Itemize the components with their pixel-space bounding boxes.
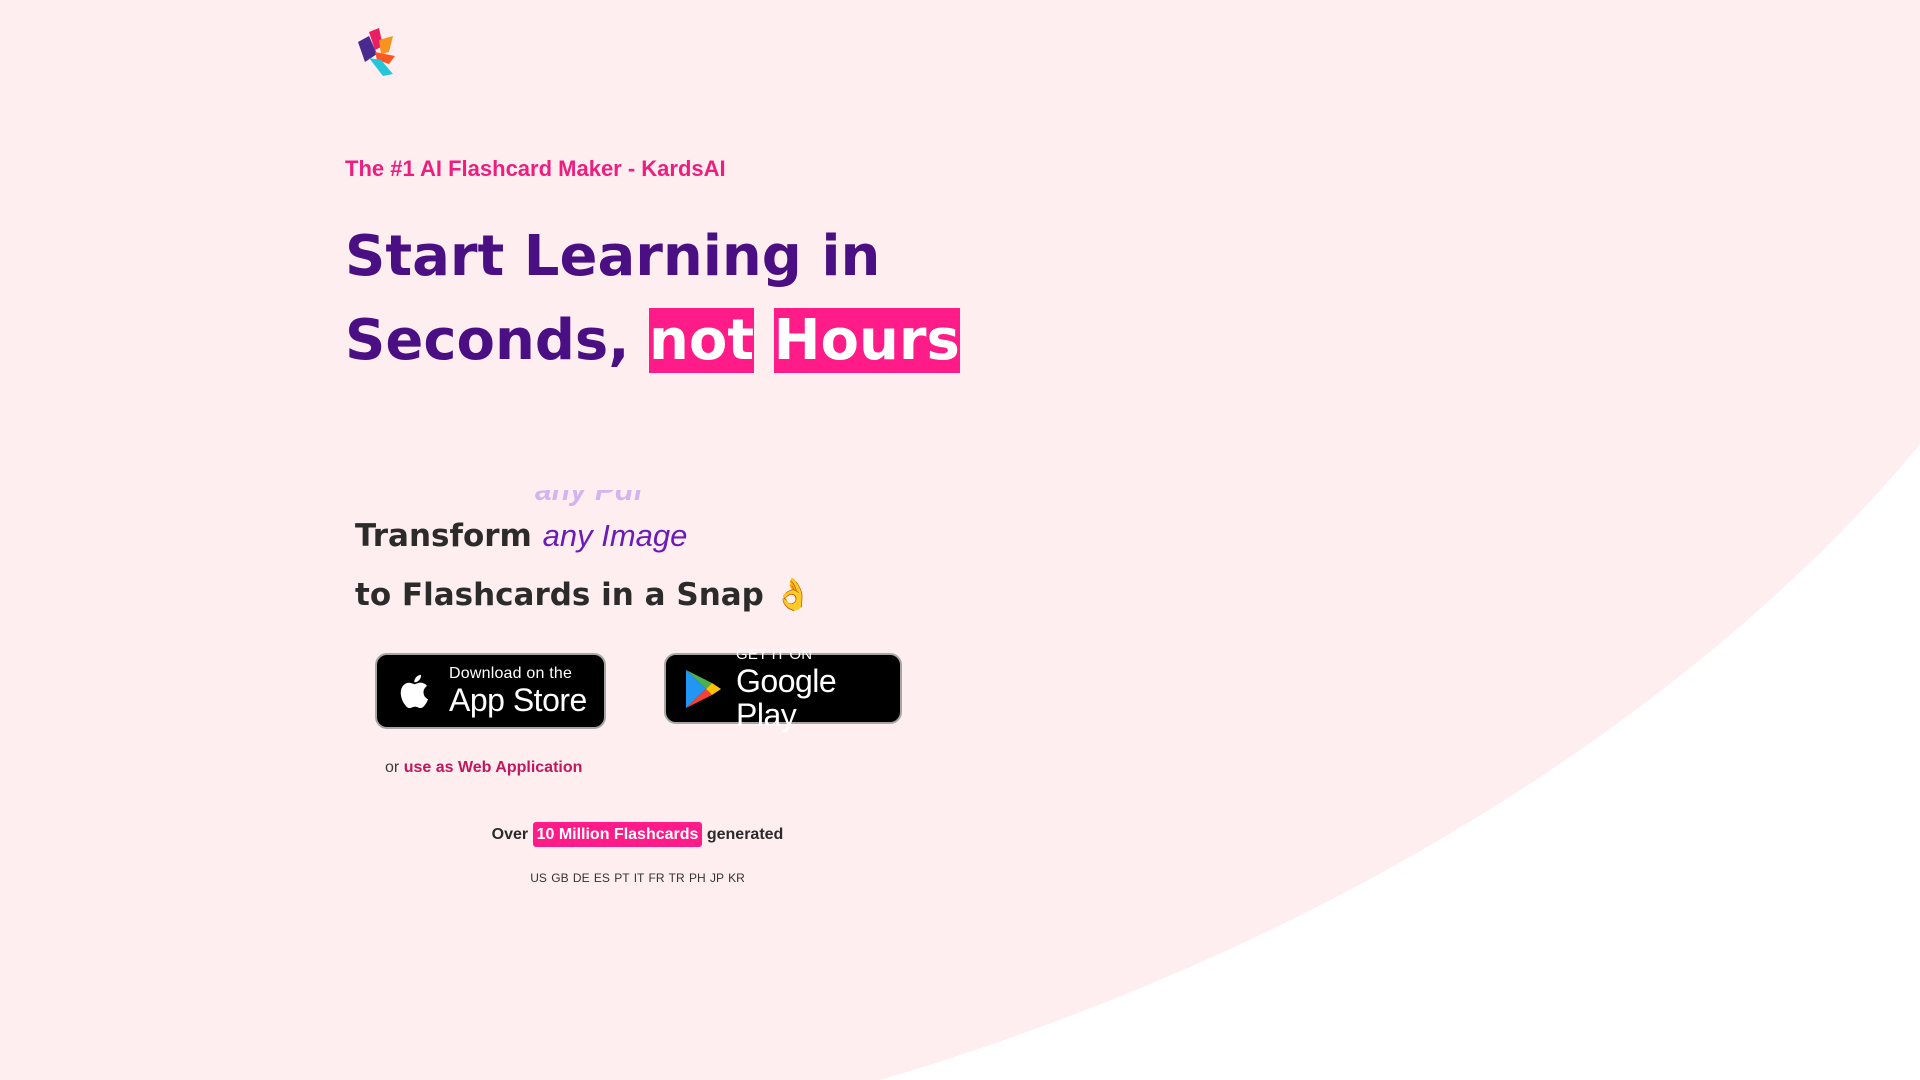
landing-page: The #1 AI Flashcard Maker - KardsAI Star… (0, 0, 1920, 1080)
app-store-label: Download on the App Store (449, 665, 587, 717)
google-play-icon (686, 669, 721, 708)
google-play-label: GET IT ON Google Play (736, 646, 900, 732)
apple-icon (400, 674, 428, 709)
app-store-small-text: Download on the (449, 665, 573, 682)
web-app-line: or use as Web Application (385, 759, 582, 777)
rotator-previous-text: any Pdf (535, 490, 644, 507)
kardsai-logo-icon[interactable] (355, 28, 401, 78)
stats-suffix: generated (706, 826, 784, 843)
google-play-big-text: Google Play (736, 662, 837, 733)
hero-headline: Start Learning in Seconds, not Hours (345, 215, 965, 383)
snap-text: to Flashcards in a Snap (355, 577, 764, 613)
rotating-word: any Image (542, 518, 688, 553)
country-list: US GB DE ES PT IT FR TR PH JP KR (530, 871, 745, 885)
stats-prefix: Over (491, 826, 529, 843)
google-play-button[interactable]: GET IT ON Google Play (664, 646, 902, 732)
background-arc (0, 0, 1920, 1080)
ok-hand-icon: 👌 (773, 577, 813, 613)
headline-highlight-hours: Hours (773, 308, 960, 373)
app-store-button[interactable]: Download on the App Store (375, 653, 606, 729)
flashcard-stats: Over 10 Million Flashcards generated (0, 822, 1275, 847)
app-store-big-text: App Store (449, 682, 587, 718)
stats-highlight-badge: 10 Million Flashcards (532, 822, 703, 847)
transform-prefix: Transform (355, 518, 532, 554)
google-play-small-text: GET IT ON (736, 645, 813, 663)
transform-line: Transform any Image (355, 518, 687, 554)
web-application-link[interactable]: use as Web Application (404, 759, 583, 776)
tagline: The #1 AI Flashcard Maker - KardsAI (345, 156, 726, 181)
snap-line: to Flashcards in a Snap 👌 (355, 576, 812, 613)
rotator-previous-word: any Pdf (535, 490, 643, 514)
web-app-prefix: or (385, 759, 400, 776)
headline-highlight-not: not (649, 308, 755, 373)
